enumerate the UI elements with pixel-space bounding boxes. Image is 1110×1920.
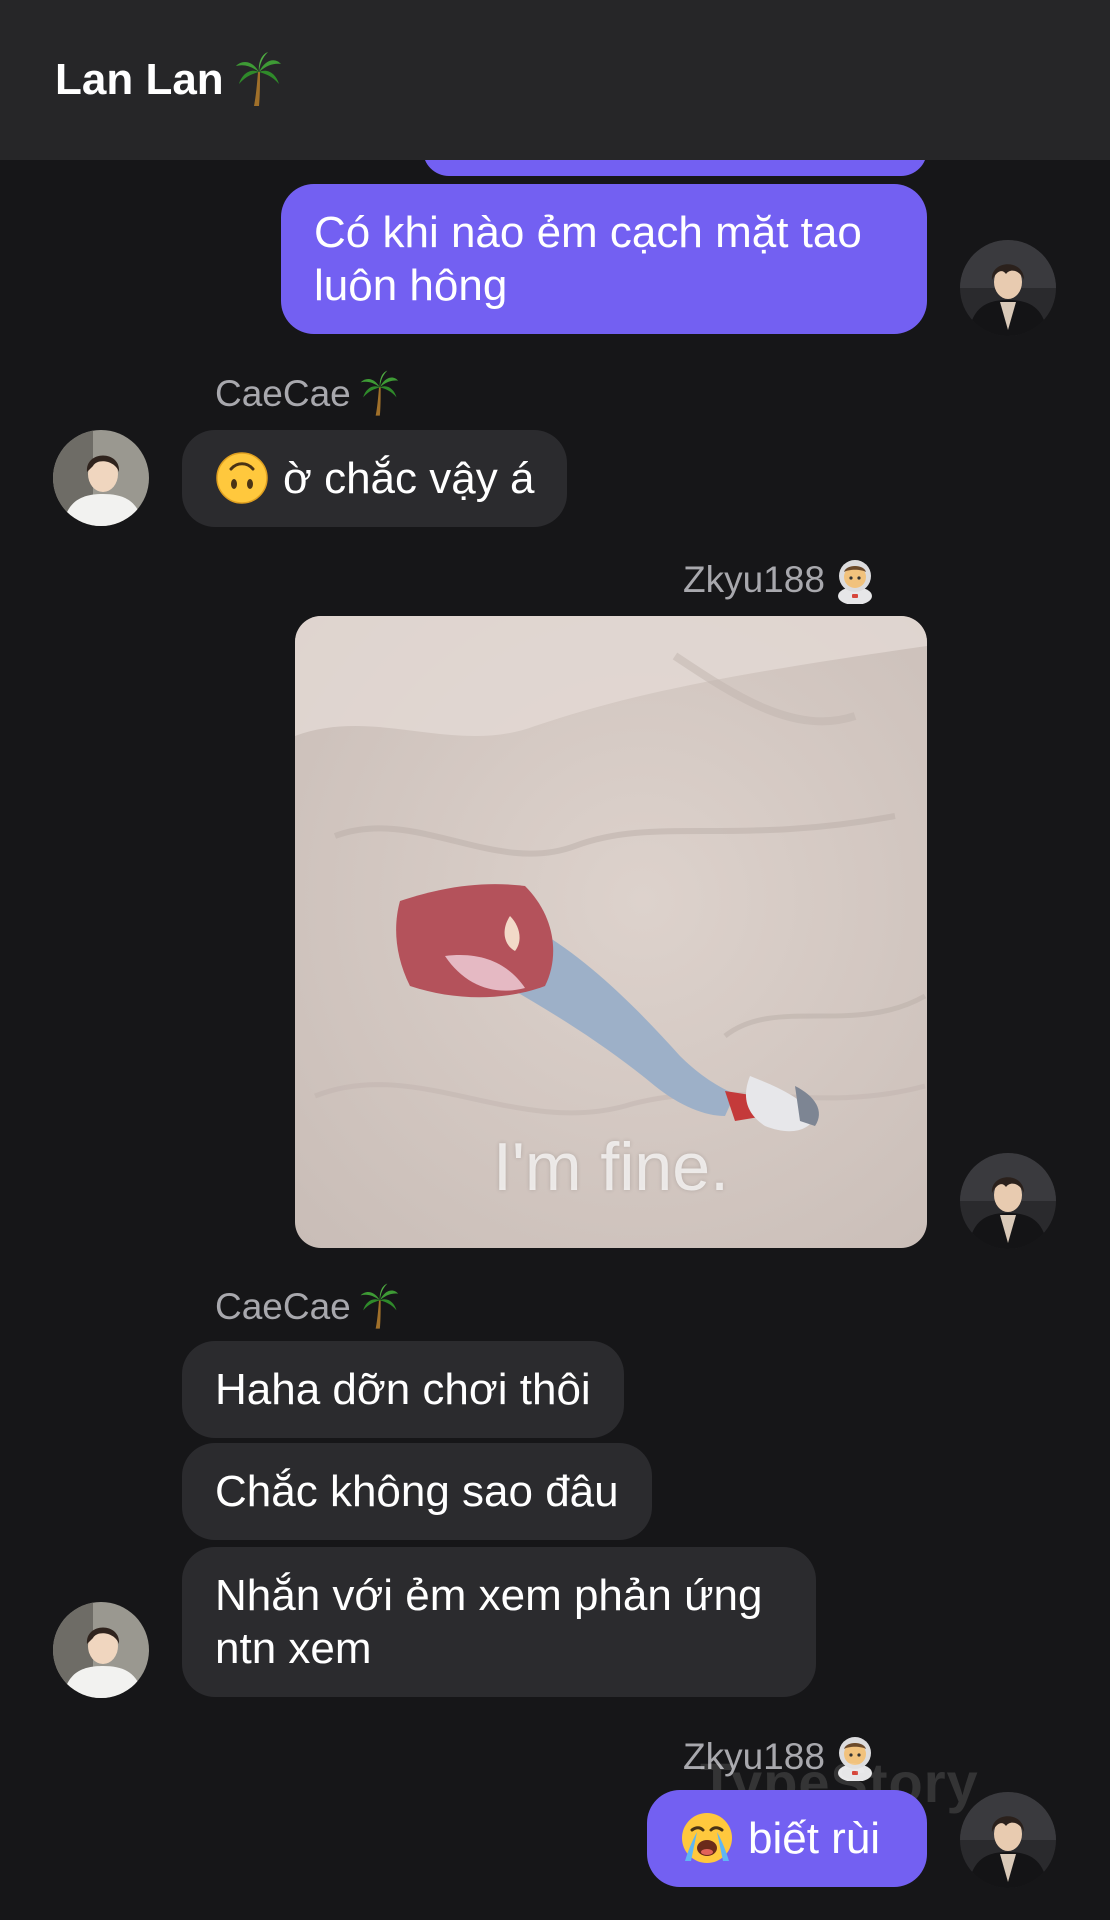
image-message[interactable]: I'm fine.	[295, 616, 927, 1248]
avatar-image	[53, 430, 149, 526]
sender-name: Zkyu188	[683, 556, 877, 604]
message-text: biết rùi	[748, 1814, 881, 1863]
avatar-zkyu188[interactable]	[960, 1153, 1056, 1249]
message-text: ờ chắc vậy á	[283, 454, 535, 503]
chat-title-text: Lan Lan	[55, 55, 224, 104]
avatar-image	[960, 1153, 1056, 1249]
sender-name-text: CaeCae	[215, 373, 351, 414]
astronaut-icon	[833, 556, 877, 604]
palm-tree-icon	[359, 1283, 399, 1331]
palm-tree-icon	[359, 370, 399, 418]
photo-caption: I'm fine.	[493, 1129, 729, 1205]
avatar-caecae[interactable]	[53, 1602, 149, 1698]
avatar-image	[960, 240, 1056, 336]
incoming-message[interactable]: ờ chắc vậy á	[182, 430, 568, 528]
incoming-message[interactable]: Nhắn với ẻm xem phản ứng ntn xem	[182, 1547, 816, 1697]
loudly-crying-face-icon	[680, 1811, 734, 1865]
sender-name: CaeCae	[215, 370, 399, 418]
chat-title[interactable]: Lan Lan	[55, 52, 282, 108]
sender-name-text: CaeCae	[215, 1286, 351, 1327]
incoming-message[interactable]: Haha dỡn chơi thôi	[182, 1341, 624, 1438]
palm-tree-icon	[234, 52, 282, 108]
avatar-caecae[interactable]	[53, 430, 149, 526]
avatar-zkyu188[interactable]	[960, 1792, 1056, 1888]
outgoing-message[interactable]: Có khi nào ẻm cạch mặt tao luôn hông	[281, 184, 927, 334]
chat-header: Lan Lan	[0, 0, 1110, 160]
avatar-zkyu188[interactable]	[960, 240, 1056, 336]
incoming-message[interactable]: Chắc không sao đâu	[182, 1443, 652, 1540]
message-text: Có khi nào ẻm cạch mặt tao luôn hông	[314, 208, 862, 310]
sender-name-text: Zkyu188	[683, 559, 825, 600]
upside-down-face-icon	[215, 451, 269, 505]
message-text: Chắc không sao đâu	[215, 1467, 619, 1516]
message-text: Haha dỡn chơi thôi	[215, 1365, 591, 1414]
message-text: Nhắn với ẻm xem phản ứng ntn xem	[215, 1571, 763, 1673]
outgoing-message[interactable]: biết rùi	[647, 1790, 927, 1888]
avatar-image	[53, 1602, 149, 1698]
avatar-image	[960, 1792, 1056, 1888]
sender-name: CaeCae	[215, 1283, 399, 1331]
